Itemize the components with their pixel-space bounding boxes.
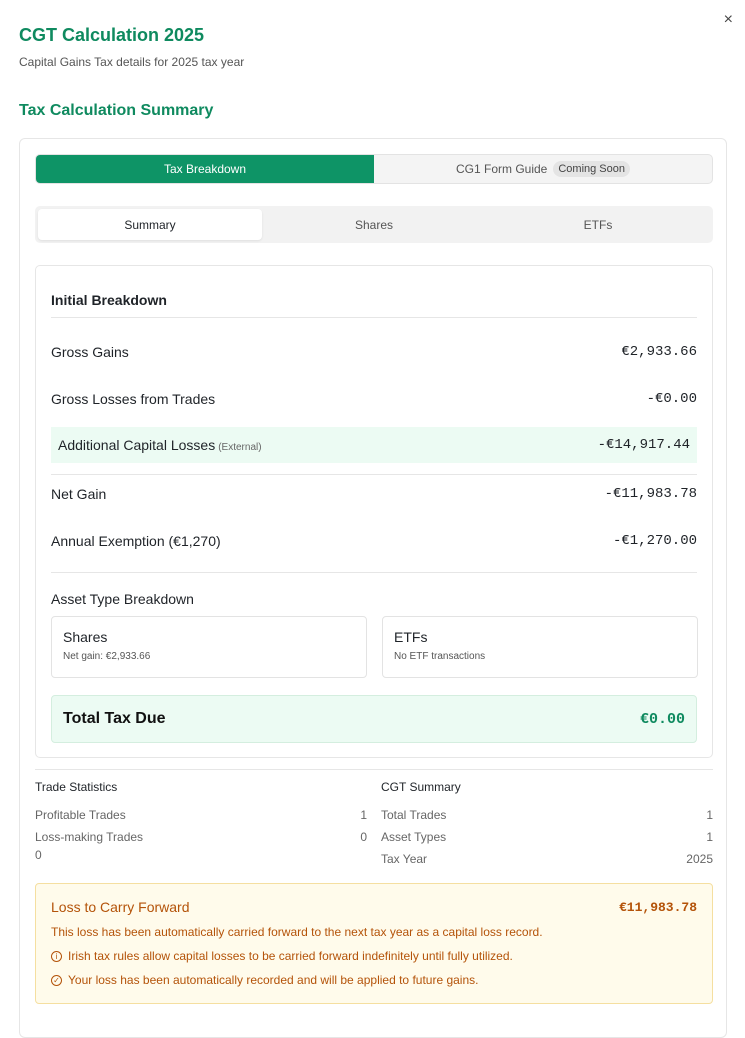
row-value: -€1,270.00 — [612, 533, 697, 549]
stat-label: Tax Year — [381, 852, 428, 866]
tab-label: CG1 Form Guide — [455, 162, 548, 176]
initial-breakdown-panel: Initial Breakdown Gross Gains €2,933.66 … — [35, 265, 713, 758]
trade-statistics: Trade Statistics Profitable Trades 1 Los… — [35, 780, 367, 862]
stat-line: Loss-making Trades 0 — [35, 826, 367, 848]
asset-title: ETFs — [394, 629, 428, 645]
top-tab-bar: Tax Breakdown CG1 Form Guide Coming Soon — [35, 154, 713, 184]
row-label: Gross Gains — [51, 344, 129, 360]
stat-label: Loss-making Trades — [35, 830, 144, 844]
stat-line: Tax Year 2025 — [381, 848, 713, 870]
stat-extra: 0 — [35, 848, 42, 862]
divider — [51, 572, 697, 573]
stat-value: 0 — [360, 830, 367, 844]
sub-tab-bar: Summary Shares ETFs — [35, 206, 713, 243]
asset-card-shares: Shares Net gain: €2,933.66 — [51, 616, 367, 678]
row-annual-exemption: Annual Exemption (€1,270) -€1,270.00 — [51, 523, 697, 559]
loss-line-3-text: Your loss has been automatically recorde… — [68, 973, 479, 987]
stat-label: Asset Types — [381, 830, 447, 844]
divider — [51, 474, 697, 475]
asset-detail: Net gain: €2,933.66 — [63, 651, 151, 662]
total-value: €0.00 — [639, 710, 685, 728]
loss-line-2: i Irish tax rules allow capital losses t… — [51, 949, 697, 963]
row-value: -€14,917.44 — [597, 437, 690, 453]
stat-line: Profitable Trades 1 — [35, 804, 367, 826]
row-gross-losses: Gross Losses from Trades -€0.00 — [51, 381, 697, 417]
asset-breakdown-heading: Asset Type Breakdown — [51, 591, 194, 607]
loss-header: Loss to Carry Forward €11,983.78 — [51, 899, 697, 915]
row-label: Gross Losses from Trades — [51, 391, 216, 407]
asset-title: Shares — [63, 629, 108, 645]
breakdown-heading: Initial Breakdown — [51, 292, 167, 308]
dialog-subtitle: Capital Gains Tax details for 2025 tax y… — [19, 55, 245, 69]
loss-title: Loss to Carry Forward — [51, 899, 190, 915]
loss-line-2-text: Irish tax rules allow capital losses to … — [68, 949, 513, 963]
loss-carry-forward-alert: Loss to Carry Forward €11,983.78 This lo… — [35, 883, 713, 1004]
stat-line: Asset Types 1 — [381, 826, 713, 848]
stat-value: 1 — [706, 808, 713, 822]
dialog-title: CGT Calculation 2025 — [19, 25, 205, 45]
tab-tax-breakdown[interactable]: Tax Breakdown — [36, 155, 374, 183]
external-note: (External) — [218, 442, 262, 453]
summary-card: Tax Breakdown CG1 Form Guide Coming Soon… — [19, 138, 727, 1038]
cgt-summary: CGT Summary Total Trades 1 Asset Types 1… — [381, 780, 713, 870]
row-value: -€11,983.78 — [604, 486, 697, 502]
stat-value: 1 — [360, 808, 367, 822]
asset-card-etfs: ETFs No ETF transactions — [382, 616, 698, 678]
row-label: Additional Capital Losses — [58, 437, 216, 453]
row-gross-gains: Gross Gains €2,933.66 — [51, 334, 697, 370]
cgt-summary-heading: CGT Summary — [381, 780, 461, 794]
divider — [51, 317, 697, 318]
divider — [35, 769, 713, 770]
coming-soon-badge: Coming Soon — [553, 161, 630, 177]
tab-cg1-form-guide[interactable]: CG1 Form Guide Coming Soon — [374, 155, 712, 183]
loss-line-1: This loss has been automatically carried… — [51, 925, 543, 939]
trade-stats-heading: Trade Statistics — [35, 780, 118, 794]
row-label: Net Gain — [51, 486, 107, 502]
check-circle-icon: ✓ — [51, 974, 62, 986]
section-title: Tax Calculation Summary — [19, 102, 214, 119]
stat-value: 1 — [706, 830, 713, 844]
loss-line-3: ✓ Your loss has been automatically recor… — [51, 973, 697, 987]
tab-summary[interactable]: Summary — [38, 209, 262, 240]
stat-value: 2025 — [686, 852, 713, 866]
loss-amount: €11,983.78 — [618, 899, 697, 915]
tab-etfs[interactable]: ETFs — [486, 209, 710, 240]
asset-detail: No ETF transactions — [394, 651, 486, 662]
row-value: €2,933.66 — [621, 344, 697, 360]
info-icon: i — [51, 950, 62, 962]
tab-shares[interactable]: Shares — [262, 209, 486, 240]
stat-line: Total Trades 1 — [381, 804, 713, 826]
stat-label: Profitable Trades — [35, 808, 126, 822]
close-icon[interactable]: × — [724, 12, 733, 28]
total-tax-due: Total Tax Due €0.00 — [51, 695, 697, 743]
row-label: Annual Exemption (€1,270) — [51, 533, 221, 549]
row-net-gain: Net Gain -€11,983.78 — [51, 476, 697, 512]
row-value: -€0.00 — [646, 391, 697, 407]
total-label: Total Tax Due — [63, 710, 166, 727]
tab-label: Tax Breakdown — [163, 162, 247, 176]
stat-label: Total Trades — [381, 808, 447, 822]
row-additional-losses: Additional Capital Losses (External) -€14… — [51, 427, 697, 463]
